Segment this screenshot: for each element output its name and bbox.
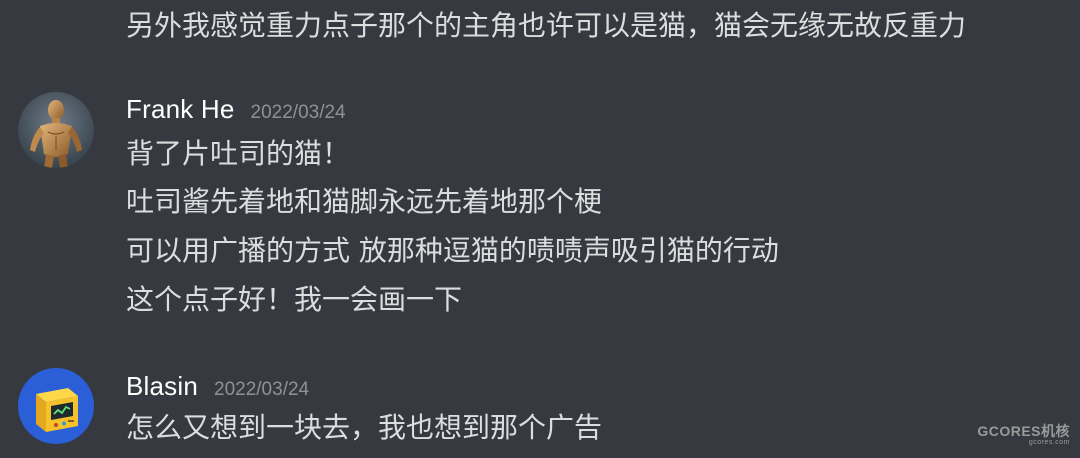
site-watermark: GCORES机核 gcores.com — [977, 424, 1070, 446]
message-header: Frank He 2022/03/24 — [126, 94, 346, 125]
username[interactable]: Frank He — [126, 94, 235, 125]
watermark-url: gcores.com — [1028, 439, 1070, 446]
message-line: 另外我感觉重力点子那个的主角也许可以是猫，猫会无缘无故反重力 — [126, 9, 967, 42]
message-line: 吐司酱先着地和猫脚永远先着地那个梗 — [126, 185, 603, 218]
username[interactable]: Blasin — [126, 371, 198, 402]
message-line: 背了片吐司的猫！ — [126, 137, 351, 170]
message-line: 怎么又想到一块去，我也想到那个广告 — [126, 411, 603, 444]
message-line: 可以用广播的方式 放那种逗猫的啧啧声吸引猫的行动 — [126, 234, 779, 267]
chat-message-list: 另外我感觉重力点子那个的主角也许可以是猫，猫会无缘无故反重力 Frank He … — [0, 0, 1080, 458]
timestamp: 2022/03/24 — [250, 102, 346, 123]
message-header: Blasin 2022/03/24 — [126, 371, 309, 402]
yellow-robot-avatar-icon[interactable] — [18, 368, 94, 444]
timestamp: 2022/03/24 — [214, 379, 310, 400]
watermark-logo-text: GCORES机核 — [977, 423, 1070, 439]
message-line: 这个点子好！我一会画一下 — [126, 283, 463, 316]
figure-avatar-icon[interactable] — [18, 92, 94, 168]
